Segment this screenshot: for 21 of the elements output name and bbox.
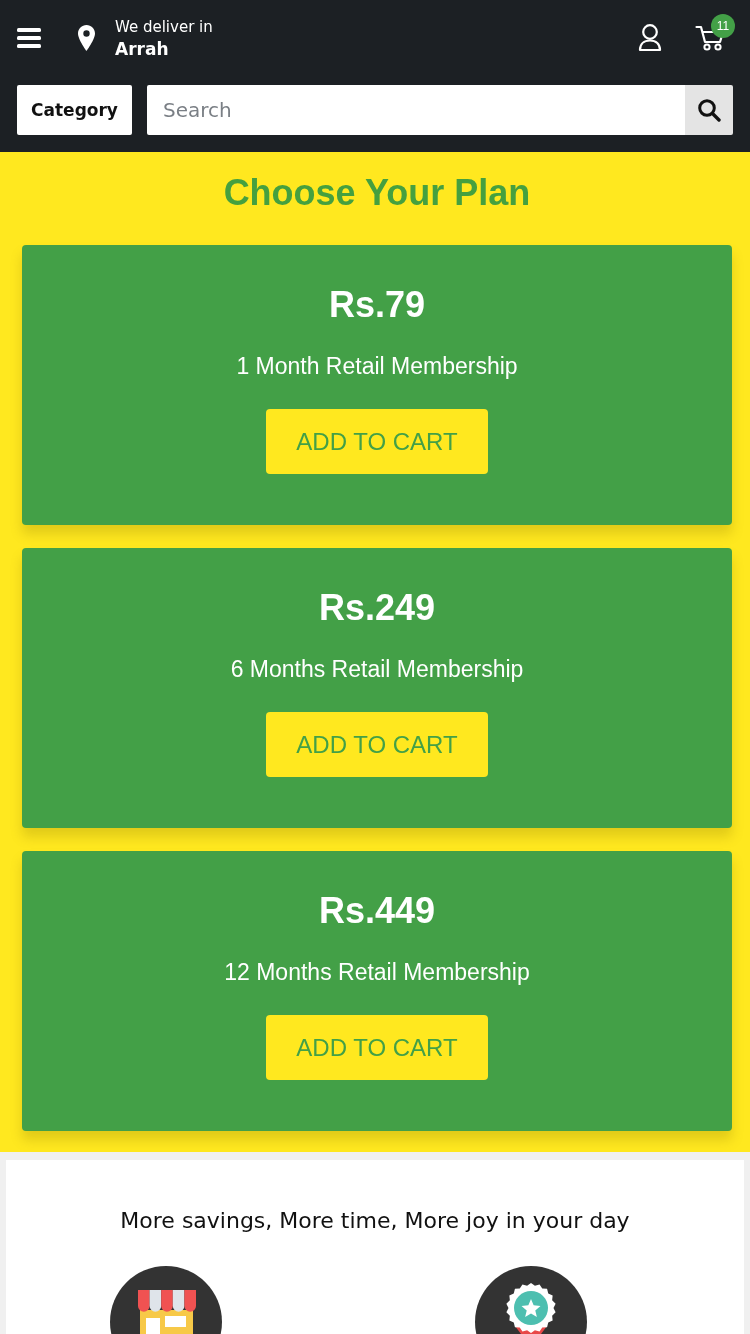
plan-name: 1 Month Retail Membership xyxy=(236,352,518,380)
plan-name: 6 Months Retail Membership xyxy=(230,655,524,683)
benefits-heading: More savings, More time, More joy in your day xyxy=(119,1207,631,1235)
add-to-cart-button[interactable]: ADD TO CART xyxy=(266,712,488,777)
user-icon[interactable] xyxy=(638,24,662,52)
search-field[interactable]: Search xyxy=(147,85,685,135)
search-button[interactable] xyxy=(685,85,733,135)
delivery-city[interactable]: Arrah xyxy=(115,38,213,60)
menu-icon[interactable] xyxy=(17,28,41,48)
plan-name: 12 Months Retail Membership xyxy=(224,958,530,986)
search-icon xyxy=(697,98,721,122)
delivery-label: We deliver in xyxy=(115,17,213,38)
plan-price: Rs.79 xyxy=(328,283,426,327)
plan-price: Rs.449 xyxy=(318,889,436,933)
location-pin-icon[interactable] xyxy=(78,25,95,51)
category-button[interactable]: Category xyxy=(17,85,132,135)
section-title: Choose Your Plan xyxy=(222,171,532,215)
cart-count-badge: 11 xyxy=(711,14,735,38)
add-to-cart-button[interactable]: ADD TO CART xyxy=(266,409,488,474)
plan-price: Rs.249 xyxy=(318,586,436,630)
add-to-cart-button[interactable]: ADD TO CART xyxy=(266,1015,488,1080)
